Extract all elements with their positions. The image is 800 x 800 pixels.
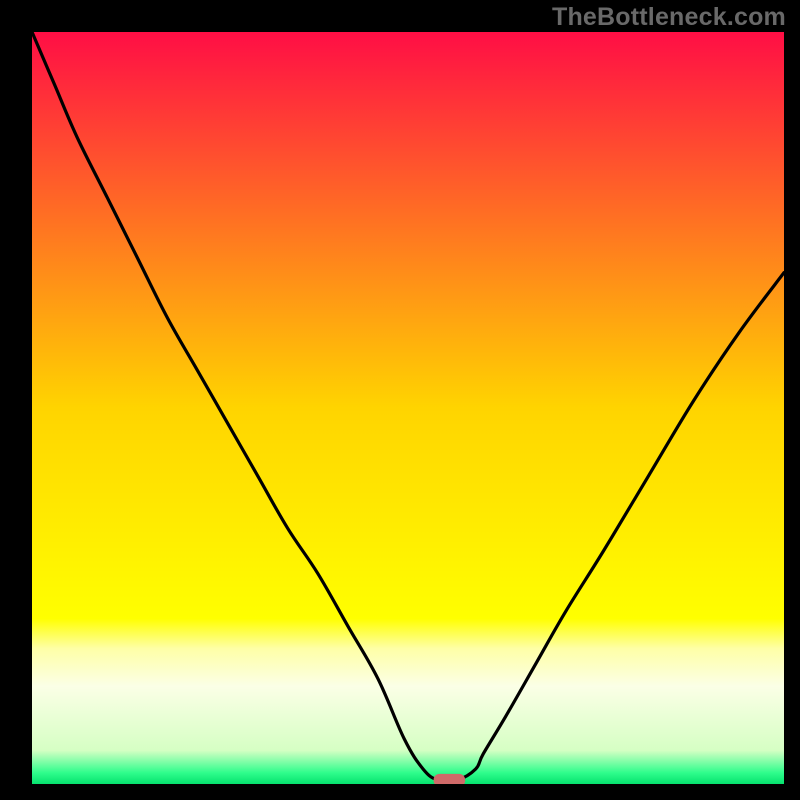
plot-background (32, 32, 784, 784)
bottleneck-chart (0, 0, 800, 800)
optimal-point-marker (434, 774, 466, 787)
chart-frame: TheBottleneck.com (0, 0, 800, 800)
watermark-text: TheBottleneck.com (552, 3, 786, 32)
